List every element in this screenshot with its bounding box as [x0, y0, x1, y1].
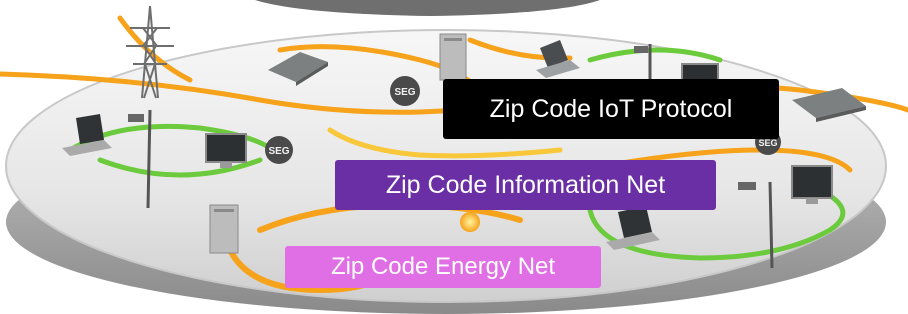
monitor-icon [205, 133, 247, 168]
monitor-icon [791, 165, 833, 204]
svg-text:SEG: SEG [268, 146, 289, 157]
svg-text:SEG: SEG [758, 138, 777, 148]
upper-platform-edge [255, 0, 600, 16]
energy-net-label: Zip Code Energy Net [285, 246, 601, 288]
server-icon [439, 33, 467, 81]
energy-node [460, 212, 480, 232]
server-icon [209, 204, 239, 254]
svg-text:SEG: SEG [394, 87, 415, 98]
iot-protocol-label: Zip Code IoT Protocol [443, 79, 779, 139]
gateway-icon: SEG [390, 76, 420, 106]
gateway-icon: SEG [265, 136, 293, 164]
information-net-label: Zip Code Information Net [335, 160, 716, 210]
